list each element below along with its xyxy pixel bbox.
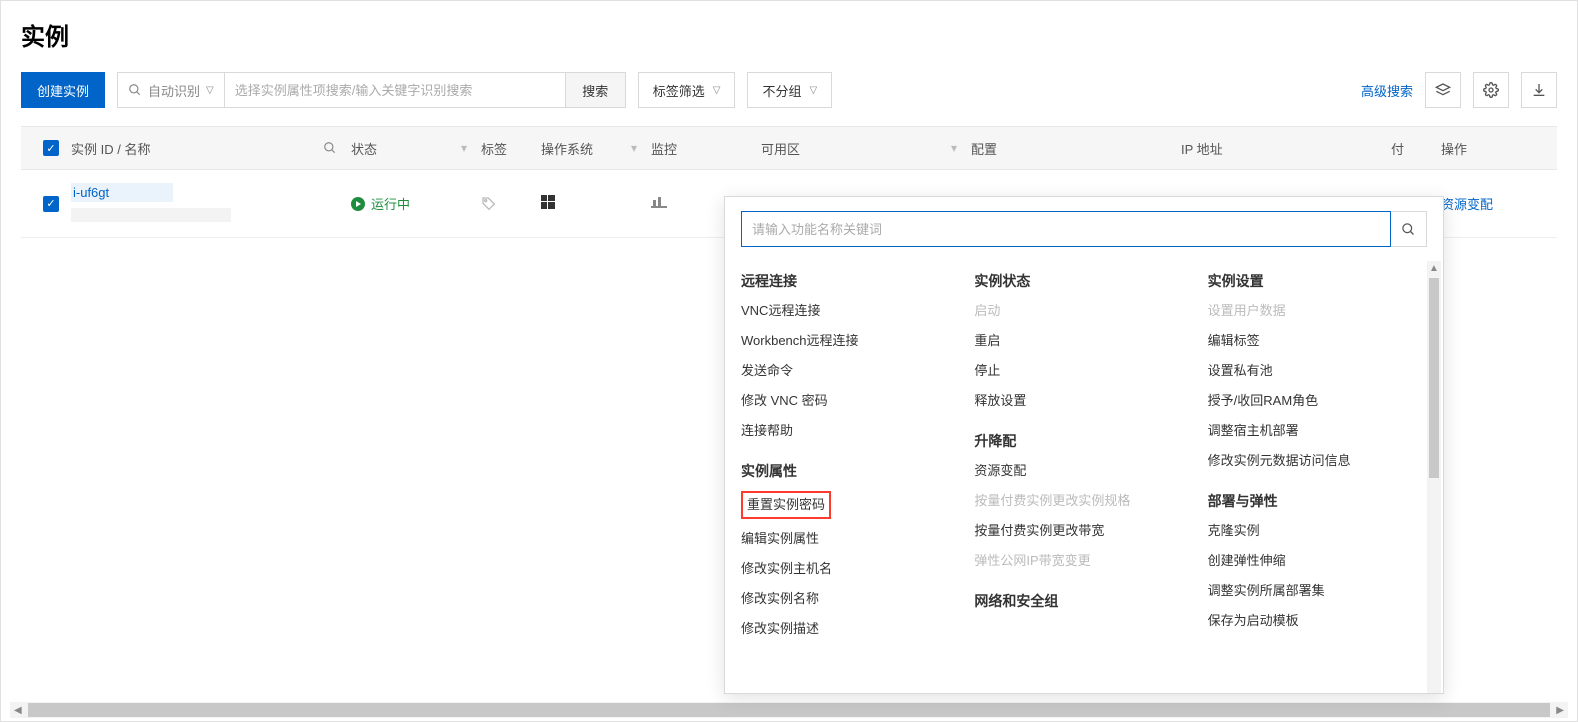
windows-icon — [541, 195, 555, 209]
chevron-down-icon: ▽ — [206, 85, 214, 96]
menu-item[interactable]: 授予/收回RAM角色 — [1208, 391, 1427, 411]
auto-detect-selector[interactable]: 自动识别 ▽ — [118, 73, 225, 107]
gear-icon — [1483, 82, 1499, 98]
toolbar: 创建实例 自动识别 ▽ 搜索 标签筛选 ▽ 不分组 ▽ 高级搜索 — [21, 72, 1557, 108]
scroll-thumb[interactable] — [28, 703, 1551, 717]
page-title: 实例 — [21, 17, 1557, 52]
menu-item[interactable]: 重置实例密码 — [741, 491, 831, 519]
horizontal-scrollbar[interactable]: ◀ ▶ — [10, 702, 1568, 718]
monitor-icon[interactable] — [651, 196, 667, 208]
menu-item[interactable]: 释放设置 — [974, 391, 1193, 411]
scroll-up-arrow[interactable]: ▲ — [1429, 261, 1439, 276]
col-status: 状态 — [351, 139, 377, 158]
status-text: 运行中 — [371, 194, 410, 213]
menu-item[interactable]: 连接帮助 — [741, 421, 960, 441]
menu-item[interactable]: 设置私有池 — [1208, 361, 1427, 381]
section-title: 实例属性 — [741, 461, 960, 481]
auto-detect-label: 自动识别 — [148, 81, 200, 100]
instance-id-link[interactable]: i-uf6gt — [73, 185, 109, 200]
running-icon — [351, 197, 365, 211]
menu-item[interactable]: 按量付费实例更改带宽 — [974, 521, 1193, 541]
menu-item[interactable]: 停止 — [974, 361, 1193, 381]
menu-item[interactable]: 编辑实例属性 — [741, 529, 960, 549]
menu-item[interactable]: 调整实例所属部署集 — [1208, 581, 1427, 601]
select-all-checkbox[interactable]: ✓ — [43, 140, 59, 156]
menu-item[interactable]: 修改 VNC 密码 — [741, 391, 960, 411]
menu-item[interactable]: 修改实例名称 — [741, 589, 960, 609]
view-mode-button[interactable] — [1425, 72, 1461, 108]
section-title: 网络和安全组 — [974, 591, 1193, 611]
menu-item[interactable]: 资源变配 — [974, 461, 1193, 481]
menu-item[interactable]: 保存为启动模板 — [1208, 611, 1427, 631]
menu-item[interactable]: 创建弹性伸缩 — [1208, 551, 1427, 571]
tag-filter-label: 标签筛选 — [653, 81, 705, 100]
search-button[interactable]: 搜索 — [565, 73, 625, 107]
search-icon[interactable] — [323, 141, 337, 155]
menu-item[interactable]: 调整宿主机部署 — [1208, 421, 1427, 441]
menu-item[interactable]: 修改实例描述 — [741, 619, 960, 639]
scroll-left-arrow[interactable]: ◀ — [10, 705, 26, 716]
col-os: 操作系统 — [541, 139, 593, 158]
instance-name — [71, 208, 231, 222]
menu-item: 按量付费实例更改实例规格 — [974, 491, 1193, 511]
tag-icon[interactable] — [481, 196, 497, 212]
filter-icon[interactable]: ▾ — [461, 141, 467, 155]
search-group: 自动识别 ▽ 搜索 — [117, 72, 626, 108]
search-icon — [1401, 222, 1416, 237]
section-title: 远程连接 — [741, 271, 960, 291]
section-title: 部署与弹性 — [1208, 491, 1427, 511]
group-button[interactable]: 不分组 ▽ — [747, 72, 832, 108]
col-id: 实例 ID / 名称 — [71, 139, 150, 158]
scroll-right-arrow[interactable]: ▶ — [1552, 705, 1568, 716]
popover-search-button[interactable] — [1391, 211, 1427, 247]
chevron-down-icon: ▽ — [713, 85, 721, 96]
group-label: 不分组 — [762, 81, 801, 100]
settings-button[interactable] — [1473, 72, 1509, 108]
vertical-scrollbar[interactable]: ▲ — [1427, 261, 1441, 693]
col-pay: 付 — [1391, 139, 1404, 158]
search-input[interactable] — [225, 73, 565, 107]
section-title: 升降配 — [974, 431, 1193, 451]
search-icon — [128, 83, 142, 97]
section-title: 实例状态 — [974, 271, 1193, 291]
menu-item[interactable]: 发送命令 — [741, 361, 960, 381]
menu-item[interactable]: 重启 — [974, 331, 1193, 351]
menu-item: 启动 — [974, 301, 1193, 321]
menu-item[interactable]: 修改实例元数据访问信息 — [1208, 451, 1427, 471]
col-tag: 标签 — [481, 139, 507, 158]
menu-item[interactable]: 编辑标签 — [1208, 331, 1427, 351]
scroll-thumb[interactable] — [1429, 278, 1439, 478]
menu-item[interactable]: 克隆实例 — [1208, 521, 1427, 541]
col-conf: 配置 — [971, 139, 997, 158]
menu-item[interactable]: VNC远程连接 — [741, 301, 960, 321]
col-ip: IP 地址 — [1181, 139, 1223, 158]
table-header: ✓ 实例 ID / 名称 状态 ▾ 标签 操作系统 ▾ 监控 可用区 ▾ 配置 — [21, 126, 1557, 170]
menu-item: 设置用户数据 — [1208, 301, 1427, 321]
actions-popover: 远程连接 VNC远程连接 Workbench远程连接发送命令修改 VNC 密码连接帮… — [724, 196, 1444, 694]
filter-icon[interactable]: ▾ — [951, 141, 957, 155]
col-ops: 操作 — [1441, 139, 1467, 158]
filter-icon[interactable]: ▾ — [631, 141, 637, 155]
download-button[interactable] — [1521, 72, 1557, 108]
section-title: 实例设置 — [1208, 271, 1427, 291]
col-zone: 可用区 — [761, 139, 800, 158]
menu-item[interactable]: 修改实例主机名 — [741, 559, 960, 579]
col-monitor: 监控 — [651, 139, 677, 158]
row-checkbox[interactable]: ✓ — [43, 196, 59, 212]
download-icon — [1531, 82, 1547, 98]
tag-filter-button[interactable]: 标签筛选 ▽ — [638, 72, 736, 108]
chevron-down-icon: ▽ — [809, 85, 817, 96]
row-action-link[interactable]: 资源变配 — [1441, 197, 1493, 212]
create-instance-button[interactable]: 创建实例 — [21, 72, 105, 108]
menu-item[interactable]: Workbench远程连接 — [741, 331, 960, 351]
menu-item: 弹性公网IP带宽变更 — [974, 551, 1193, 571]
layers-icon — [1435, 82, 1451, 98]
popover-search-input[interactable] — [741, 211, 1391, 247]
advanced-search-link[interactable]: 高级搜索 — [1361, 81, 1413, 100]
